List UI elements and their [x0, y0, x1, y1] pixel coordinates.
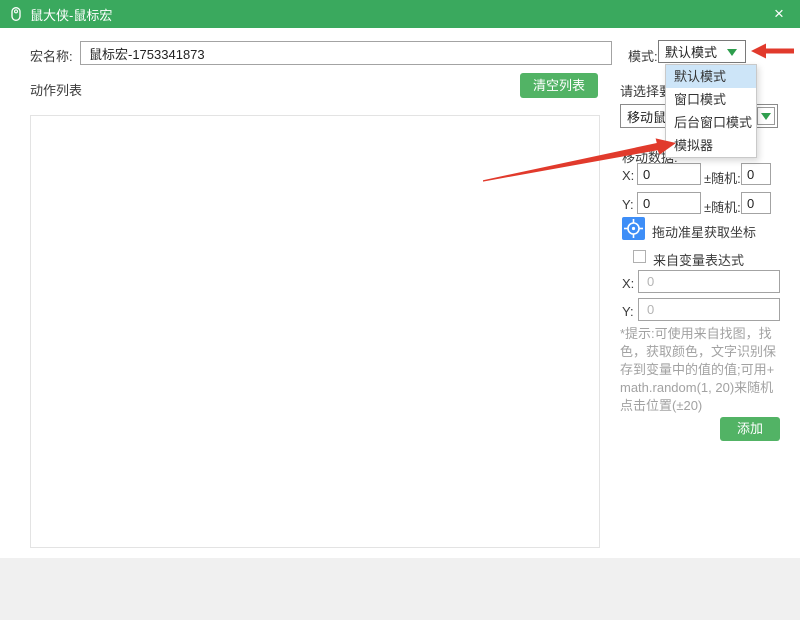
- mode-select-value: 默认模式: [665, 42, 717, 61]
- hint-text: *提示:可使用来自找图，找色，获取颜色，文字识别保存到变量中的值的值;可用+ma…: [620, 325, 784, 415]
- action-list-label: 动作列表: [30, 80, 82, 99]
- clear-list-button[interactable]: 清空列表: [520, 73, 598, 98]
- arrow-to-mode-select: [751, 44, 794, 59]
- x-label: X:: [622, 168, 634, 183]
- macro-name-label: 宏名称:: [30, 46, 73, 65]
- close-icon[interactable]: ×: [768, 4, 790, 24]
- action-select-arrow-button[interactable]: [757, 107, 775, 125]
- crosshair-drag-button[interactable]: [622, 217, 645, 240]
- mouse-macro-dialog: 鼠大侠-鼠标宏 × 宏名称: 模式: 默认模式 动作列表 清空列表 请选择要 移…: [0, 0, 800, 620]
- action-list-box[interactable]: [30, 115, 600, 548]
- y-input[interactable]: [637, 192, 701, 214]
- mode-dropdown-menu: 默认模式 窗口模式 后台窗口模式 模拟器: [665, 64, 757, 158]
- y-label: Y:: [622, 197, 634, 212]
- chevron-down-icon: [761, 113, 771, 120]
- mode-select[interactable]: 默认模式: [658, 40, 746, 63]
- variable-expression-label: 来自变量表达式: [653, 250, 744, 269]
- y-random-label: ±随机:: [704, 197, 741, 216]
- add-button[interactable]: 添加: [720, 417, 780, 441]
- macro-name-input[interactable]: [80, 41, 612, 65]
- var-x-input[interactable]: [638, 270, 780, 293]
- var-x-label: X:: [622, 276, 634, 291]
- chevron-down-icon: [727, 49, 737, 56]
- mode-option-default[interactable]: 默认模式: [666, 65, 756, 88]
- x-input[interactable]: [637, 163, 701, 185]
- window-title: 鼠大侠-鼠标宏: [30, 5, 112, 24]
- footer-bar: 取消 保存 ↘: [0, 558, 800, 620]
- mode-label: 模式:: [628, 46, 658, 65]
- var-y-input[interactable]: [638, 298, 780, 321]
- crosshair-icon: [622, 217, 645, 240]
- y-random-input[interactable]: [741, 192, 771, 214]
- mode-option-emulator[interactable]: 模拟器: [666, 134, 756, 157]
- mode-option-window[interactable]: 窗口模式: [666, 88, 756, 111]
- var-y-label: Y:: [622, 304, 634, 319]
- title-bar: 鼠大侠-鼠标宏 ×: [0, 0, 800, 28]
- x-random-label: ±随机:: [704, 168, 741, 187]
- mouse-icon: [8, 6, 24, 22]
- x-random-input[interactable]: [741, 163, 771, 185]
- crosshair-label: 拖动准星获取坐标: [652, 222, 756, 241]
- mode-option-background-window[interactable]: 后台窗口模式: [666, 111, 756, 134]
- variable-expression-checkbox[interactable]: [633, 250, 646, 263]
